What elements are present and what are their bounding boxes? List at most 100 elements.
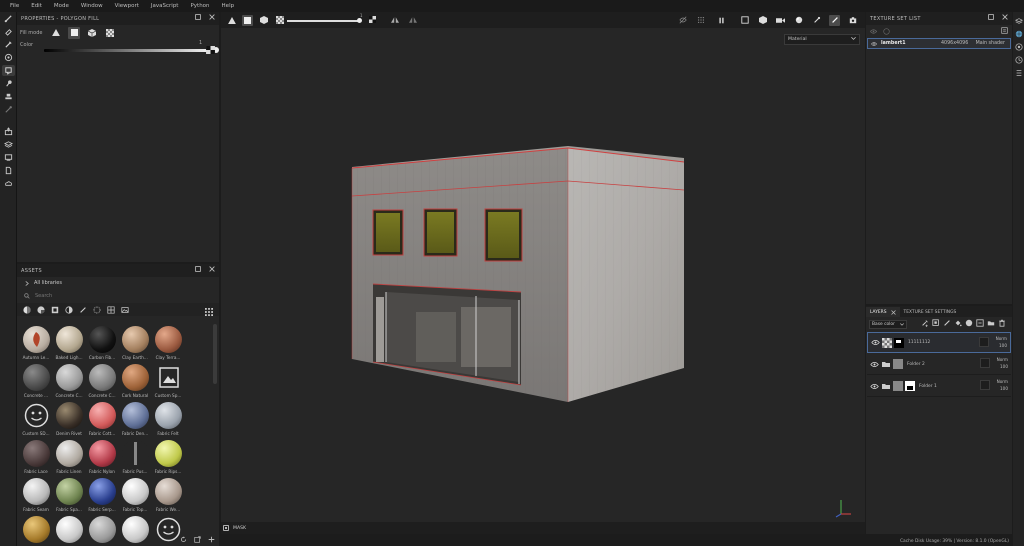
eye-icon[interactable]: [870, 361, 879, 367]
add-folder-icon[interactable]: [987, 319, 995, 327]
bake-tool[interactable]: [2, 126, 15, 137]
asset-item[interactable]: [86, 516, 118, 545]
asset-item[interactable]: Fabric Seam: [20, 478, 52, 512]
tab-texture-set-settings[interactable]: TEXTURE SET SETTINGS: [900, 307, 961, 317]
asset-item[interactable]: Fabric Top...: [119, 478, 151, 512]
mask-thumbnail[interactable]: [894, 337, 904, 348]
log-dock-button[interactable]: [1014, 68, 1023, 77]
asset-item[interactable]: Concrete C...: [53, 364, 85, 398]
layer-blend-mode[interactable]: Norm: [997, 356, 1008, 363]
texture-set-dock-button[interactable]: [1014, 16, 1023, 25]
layer-blend[interactable]: Norm 100: [996, 335, 1007, 349]
menu-item-mode[interactable]: Mode: [48, 3, 75, 9]
layer-blend[interactable]: Norm 100: [997, 356, 1008, 370]
filter-textures-button[interactable]: [106, 305, 115, 314]
menu-item-javascript[interactable]: JavaScript: [145, 3, 185, 9]
refresh-icon[interactable]: [180, 536, 187, 543]
asset-item[interactable]: Autumn Le...: [20, 326, 52, 360]
3d-viewport[interactable]: 1 Material MASK: [221, 12, 865, 534]
asset-item[interactable]: Fabric Pus...: [119, 440, 151, 474]
layer-color-box[interactable]: [980, 358, 990, 368]
asset-item[interactable]: Clay Earth...: [119, 326, 151, 360]
layer-color-box[interactable]: [980, 380, 990, 390]
filter-smart-masks-button[interactable]: [50, 305, 59, 314]
tab-layers[interactable]: LAYERS: [866, 307, 900, 317]
layer-row[interactable]: 11111112 Norm 100: [867, 332, 1011, 353]
filter-materials-button[interactable]: [22, 305, 31, 314]
add-bake-icon[interactable]: [976, 319, 984, 327]
settings-icon[interactable]: [1001, 27, 1008, 34]
color-slider[interactable]: [44, 47, 219, 53]
asset-item[interactable]: [20, 516, 52, 545]
asset-item[interactable]: Cork Natural: [119, 364, 151, 398]
new-window-icon[interactable]: [194, 536, 201, 543]
layer-opacity[interactable]: 100: [997, 363, 1008, 370]
display-dock-button[interactable]: [1014, 42, 1023, 51]
layer-row[interactable]: Folder 1 Norm 100: [867, 376, 1011, 397]
fill-mode-uv-button[interactable]: [104, 27, 116, 39]
close-icon[interactable]: [209, 14, 215, 20]
asset-item[interactable]: Fabric Spa...: [53, 478, 85, 512]
color-swatch-icon[interactable]: [206, 46, 215, 54]
filter-filters-button[interactable]: [64, 305, 73, 314]
clone-tool[interactable]: [2, 91, 15, 102]
layer-stack-tool[interactable]: [2, 139, 15, 150]
asset-scrollbar[interactable]: [213, 324, 217, 384]
asset-item[interactable]: Baked Ligh...: [53, 326, 85, 360]
menu-item-help[interactable]: Help: [216, 3, 241, 9]
layer-opacity[interactable]: 100: [996, 342, 1007, 349]
color-picker-tool[interactable]: [2, 104, 15, 115]
asset-item[interactable]: Denim Rivet: [53, 402, 85, 436]
display-settings-tool[interactable]: [2, 152, 15, 163]
asset-item[interactable]: Fabric Lace: [20, 440, 52, 474]
paint-brush-tool[interactable]: [2, 13, 15, 24]
add-smart-material-icon[interactable]: [965, 319, 973, 327]
filter-particles-button[interactable]: [92, 305, 101, 314]
asset-item[interactable]: [119, 516, 151, 545]
eye-icon[interactable]: [871, 41, 877, 46]
mask-toggle-icon[interactable]: [223, 525, 229, 531]
asset-search[interactable]: Search: [20, 291, 216, 301]
close-icon[interactable]: [209, 266, 215, 272]
layer-row[interactable]: Folder 2 Norm 100: [867, 354, 1011, 375]
menu-item-window[interactable]: Window: [75, 3, 109, 9]
building-3d-model[interactable]: [221, 12, 865, 534]
breadcrumb[interactable]: All libraries: [17, 277, 219, 289]
polygon-fill-tool[interactable]: [2, 65, 15, 76]
add-paint-layer-icon[interactable]: [943, 319, 951, 327]
delete-icon[interactable]: [998, 319, 1006, 327]
add-icon[interactable]: [208, 536, 215, 543]
history-dock-button[interactable]: [1014, 55, 1023, 64]
eraser-tool[interactable]: [2, 26, 15, 37]
layer-blend-mode[interactable]: Norm: [997, 378, 1008, 385]
geometry-mask-tool[interactable]: [2, 52, 15, 63]
sphere-icon[interactable]: [883, 27, 890, 35]
add-fill-layer-icon[interactable]: [954, 319, 962, 327]
asset-item[interactable]: Clay Terra...: [152, 326, 184, 360]
eye-icon[interactable]: [870, 383, 879, 389]
channel-dropdown[interactable]: Base color: [869, 319, 907, 329]
menu-item-edit[interactable]: Edit: [25, 3, 48, 9]
projection-tool[interactable]: [2, 39, 15, 50]
filter-environments-button[interactable]: [120, 305, 129, 314]
close-icon[interactable]: [1002, 14, 1008, 20]
folder-icon[interactable]: [881, 381, 891, 391]
asset-item[interactable]: Fabric Den...: [119, 402, 151, 436]
fill-mode-triangle-button[interactable]: [50, 27, 62, 39]
asset-item[interactable]: Carbon Fib...: [86, 326, 118, 360]
asset-item[interactable]: Fabric Cott...: [86, 402, 118, 436]
asset-item[interactable]: Concrete ...: [20, 364, 52, 398]
filter-smart-materials-button[interactable]: [36, 305, 45, 314]
layer-color-box[interactable]: [979, 337, 989, 347]
asset-item[interactable]: Custom Sp...: [152, 364, 184, 398]
filter-brushes-button[interactable]: [78, 305, 87, 314]
asset-item[interactable]: [53, 516, 85, 545]
grid-view-button[interactable]: [205, 308, 213, 318]
asset-item[interactable]: Fabric Serp...: [86, 478, 118, 512]
folder-icon[interactable]: [881, 359, 891, 369]
asset-item[interactable]: Fabric Felt: [152, 402, 184, 436]
eye-icon[interactable]: [871, 340, 880, 345]
float-panel-icon[interactable]: [195, 14, 201, 20]
export-tool[interactable]: [2, 165, 15, 176]
fill-mode-polygon-button[interactable]: [68, 26, 80, 39]
